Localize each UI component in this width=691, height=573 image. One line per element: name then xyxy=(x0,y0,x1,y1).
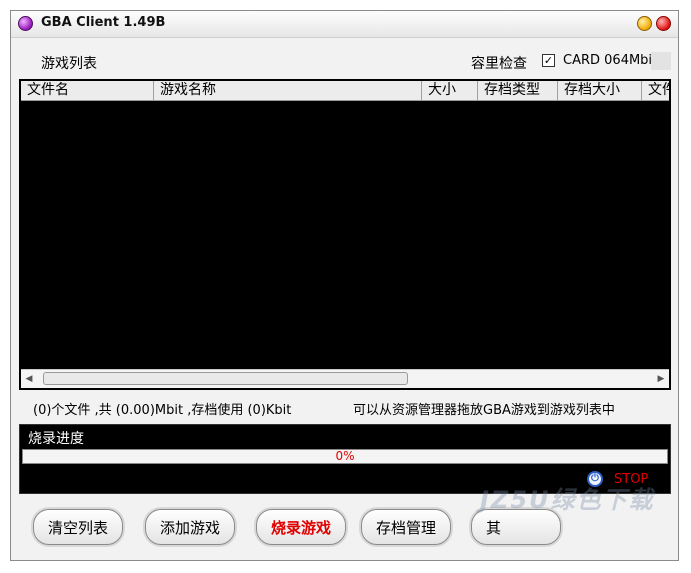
scrollbar-thumb[interactable] xyxy=(43,372,408,385)
app-window: GBA Client 1.49B 游戏列表 容里检查 ✓ CARD 064Mbi… xyxy=(10,10,679,561)
column-header-file[interactable]: 文件 xyxy=(642,81,669,100)
game-list-label: 游戏列表 xyxy=(41,56,97,72)
capacity-check-label: 容里检查 xyxy=(471,56,527,72)
column-header-size[interactable]: 大小 xyxy=(422,81,478,100)
table-header: 文件名 游戏名称 大小 存档类型 存档大小 文件 xyxy=(21,81,669,101)
add-game-button[interactable]: 添加游戏 xyxy=(145,509,235,545)
scroll-right-arrow-icon[interactable]: ▶ xyxy=(653,370,669,388)
scroll-left-arrow-icon[interactable]: ◀ xyxy=(21,370,37,388)
watermark: JZ5U绿色下载 xyxy=(480,486,655,514)
title-bar[interactable]: GBA Client 1.49B xyxy=(11,11,678,38)
burn-progress-bar: 0% xyxy=(22,449,668,464)
close-button[interactable] xyxy=(656,16,671,31)
horizontal-scrollbar[interactable]: ◀ ▶ xyxy=(21,369,669,388)
column-header-game-name[interactable]: 游戏名称 xyxy=(154,81,422,100)
drag-drop-hint-text: 可以从资源管理器拖放GBA游戏到游戏列表中 xyxy=(353,403,615,418)
game-list-table[interactable]: 文件名 游戏名称 大小 存档类型 存档大小 文件 ◀ ▶ xyxy=(19,79,671,390)
clear-list-button[interactable]: 清空列表 xyxy=(33,509,123,545)
burn-progress-label: 烧录进度 xyxy=(28,431,84,447)
card-size-dropdown-area[interactable] xyxy=(651,52,671,70)
burn-game-button[interactable]: 烧录游戏 xyxy=(256,509,346,545)
card-size-select[interactable]: CARD 064Mbit xyxy=(563,53,657,68)
save-manage-button[interactable]: 存档管理 xyxy=(361,509,451,545)
app-orb-icon xyxy=(18,16,33,31)
column-header-save-size[interactable]: 存档大小 xyxy=(558,81,642,100)
file-summary-text: (0)个文件 ,共 (0.00)Mbit ,存档使用 (0)Kbit xyxy=(33,403,292,418)
capacity-check-checkbox[interactable]: ✓ xyxy=(542,54,555,67)
column-header-filename[interactable]: 文件名 xyxy=(21,81,154,100)
progress-percent-text: 0% xyxy=(335,449,355,463)
column-header-save-type[interactable]: 存档类型 xyxy=(478,81,558,100)
minimize-button[interactable] xyxy=(637,16,652,31)
window-title: GBA Client 1.49B xyxy=(41,15,166,30)
